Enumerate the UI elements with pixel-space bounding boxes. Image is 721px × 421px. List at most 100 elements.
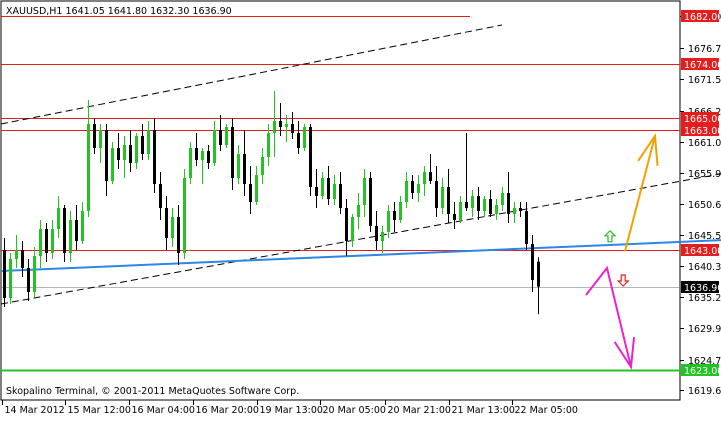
bull-candle-body [147, 130, 150, 154]
level-tag-label: 1643.00 [684, 246, 721, 257]
bear-candle-body [159, 184, 162, 208]
bull-candle-body [459, 202, 462, 220]
bear-candle-body [411, 181, 414, 193]
bear-candle-body [219, 130, 222, 145]
bear-candle-body [531, 244, 534, 280]
bear-candle-body [117, 148, 120, 160]
bull-candle-body [333, 184, 336, 199]
bear-candle-body [345, 208, 348, 241]
bear-candle-body [177, 217, 180, 253]
bear-candle-body [279, 121, 282, 127]
bear-candle-body [129, 145, 132, 163]
bear-candle-body [27, 268, 30, 292]
bear-candle-body [45, 229, 48, 253]
price-tick-label: 1655.90 [688, 169, 721, 180]
time-tick-label: 16 Mar 04:00 [132, 405, 195, 416]
candle [225, 124, 228, 148]
bull-candle-body [135, 136, 138, 163]
symbol-ohlc-header: XAUUSD,H1 1641.05 1641.80 1632.30 1636.9… [6, 6, 232, 17]
bear-candle-body [375, 226, 378, 241]
bear-candle-body [519, 208, 522, 211]
candle [111, 142, 114, 184]
candle [309, 124, 312, 196]
bull-candle-body [225, 127, 228, 145]
bull-candle-body [39, 229, 42, 256]
level-tag-label: 1636.90 [684, 283, 721, 294]
bull-candle-body [513, 208, 516, 214]
price-tick-label: 1661.00 [688, 138, 721, 149]
copyright-text: Skopalino Terminal, © 2001-2011 MetaQuot… [6, 386, 299, 397]
bull-candle-body [87, 124, 90, 211]
price-tick-label: 1640.30 [688, 262, 721, 273]
bull-candle-body [321, 178, 324, 196]
bull-candle-body [273, 121, 276, 133]
bear-candle-body [447, 187, 450, 214]
bull-candle-body [501, 193, 504, 205]
bull-candle-body [285, 124, 288, 127]
price-tick-label: 1635.20 [688, 293, 721, 304]
bull-candle-body [33, 256, 36, 292]
price-tick-label: 1645.55 [688, 231, 721, 242]
bear-candle-body [429, 172, 432, 181]
bull-candle-body [417, 184, 420, 193]
price-tick-label: 1619.60 [688, 386, 721, 397]
bull-candle-body [357, 205, 360, 217]
bear-candle-body [165, 208, 168, 238]
bull-candle-body [471, 196, 474, 208]
bear-candle-body [195, 148, 198, 160]
bear-candle-body [327, 178, 330, 199]
bull-candle-body [99, 130, 102, 148]
bear-candle-body [465, 202, 468, 208]
bear-candle-body [93, 124, 96, 148]
price-tick-label: 1650.65 [688, 200, 721, 211]
bull-candle-body [387, 211, 390, 232]
bull-candle-body [9, 259, 12, 298]
bull-candle-body [405, 181, 408, 202]
bull-candle-body [255, 175, 258, 202]
level-tag-label: 1674.00 [684, 60, 721, 71]
bear-candle-body [369, 178, 372, 226]
price-chart[interactable]: 1682.001676.751671.501666.251661.001655.… [0, 0, 721, 417]
bear-candle-body [21, 250, 24, 268]
bear-candle-body [477, 196, 480, 211]
bear-candle-body [435, 181, 438, 208]
time-tick-label: 19 Mar 13:00 [260, 405, 323, 416]
level-tag-label: 1665.06 [684, 114, 721, 125]
candle [303, 124, 306, 151]
bear-candle-body [153, 130, 156, 184]
bull-candle-body [495, 205, 498, 214]
price-tick-label: 1671.50 [688, 75, 721, 86]
bull-candle-body [363, 178, 366, 205]
trading-chart-window[interactable]: 1682.001676.751671.501666.251661.001655.… [0, 0, 721, 417]
candle [183, 169, 186, 259]
bull-candle-body [189, 148, 192, 178]
bull-candle-body [51, 229, 54, 253]
time-tick-label: 22 Mar 05:00 [515, 405, 578, 416]
bull-candle-body [423, 172, 426, 184]
bull-candle-body [15, 250, 18, 259]
bear-candle-body [507, 193, 510, 214]
time-tick-label: 15 Mar 12:00 [68, 405, 131, 416]
bear-candle-body [243, 154, 246, 184]
bull-candle-body [69, 220, 72, 253]
time-tick-label: 14 Mar 2012 [5, 405, 65, 416]
time-tick-label: 20 Mar 21:00 [388, 405, 451, 416]
bear-candle-body [75, 220, 78, 241]
bear-candle-body [315, 187, 318, 196]
bull-candle-body [483, 199, 486, 211]
bear-candle-body [453, 214, 456, 220]
bull-candle-body [441, 187, 444, 208]
bull-candle-body [267, 133, 270, 157]
price-tick-label: 1629.95 [688, 324, 721, 335]
bear-candle-body [309, 127, 312, 187]
time-tick-label: 21 Mar 13:00 [452, 405, 515, 416]
bull-candle-body [381, 232, 384, 241]
bull-candle-body [81, 211, 84, 241]
bull-candle-body [123, 145, 126, 160]
level-tag-label: 1682.00 [684, 12, 721, 23]
candle [369, 172, 372, 232]
bear-candle-body [393, 211, 396, 220]
time-axis[interactable]: 14 Mar 2012 15 Mar 12:00 16 Mar 04:00 16 Ma… [2, 400, 578, 416]
time-tick-label: 20 Mar 05:00 [323, 405, 386, 416]
bear-candle-body [489, 199, 492, 214]
